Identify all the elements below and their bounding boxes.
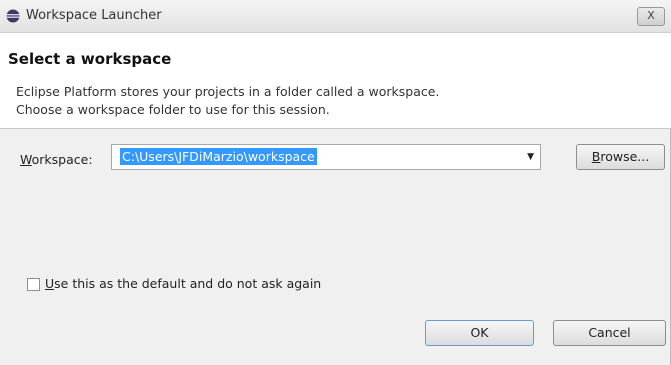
ok-button[interactable]: OK xyxy=(425,320,534,346)
workspace-combo[interactable]: C:\Users\JFDiMarzio\workspace ▼ xyxy=(111,144,541,170)
description-line-2: Choose a workspace folder to use for thi… xyxy=(16,102,330,117)
workspace-label-mnemonic: W xyxy=(20,152,32,167)
workspace-label-rest: orkspace: xyxy=(31,152,93,167)
description-line-1: Eclipse Platform stores your projects in… xyxy=(16,84,440,99)
checkbox-mnemonic: U xyxy=(45,276,55,291)
workspace-label: Workspace: xyxy=(20,152,93,167)
default-checkbox[interactable] xyxy=(27,278,40,291)
close-icon: X xyxy=(647,9,655,22)
window-title: Workspace Launcher xyxy=(26,8,162,23)
workspace-path-value[interactable]: C:\Users\JFDiMarzio\workspace xyxy=(120,148,317,165)
cancel-button[interactable]: Cancel xyxy=(553,320,666,346)
close-button[interactable]: X xyxy=(637,7,665,26)
eclipse-icon xyxy=(6,9,20,23)
default-checkbox-label[interactable]: Use this as the default and do not ask a… xyxy=(45,276,321,291)
browse-button[interactable]: Browse... xyxy=(576,144,665,170)
checkbox-label-rest: se this as the default and do not ask ag… xyxy=(54,276,322,291)
dialog-header: Select a workspace Eclipse Platform stor… xyxy=(0,33,671,128)
browse-rest: rowse... xyxy=(600,149,650,164)
title-bar: Workspace Launcher X xyxy=(0,0,671,33)
header-description: Eclipse Platform stores your projects in… xyxy=(16,83,439,119)
page-title: Select a workspace xyxy=(8,50,172,68)
chevron-down-icon[interactable]: ▼ xyxy=(527,152,534,162)
